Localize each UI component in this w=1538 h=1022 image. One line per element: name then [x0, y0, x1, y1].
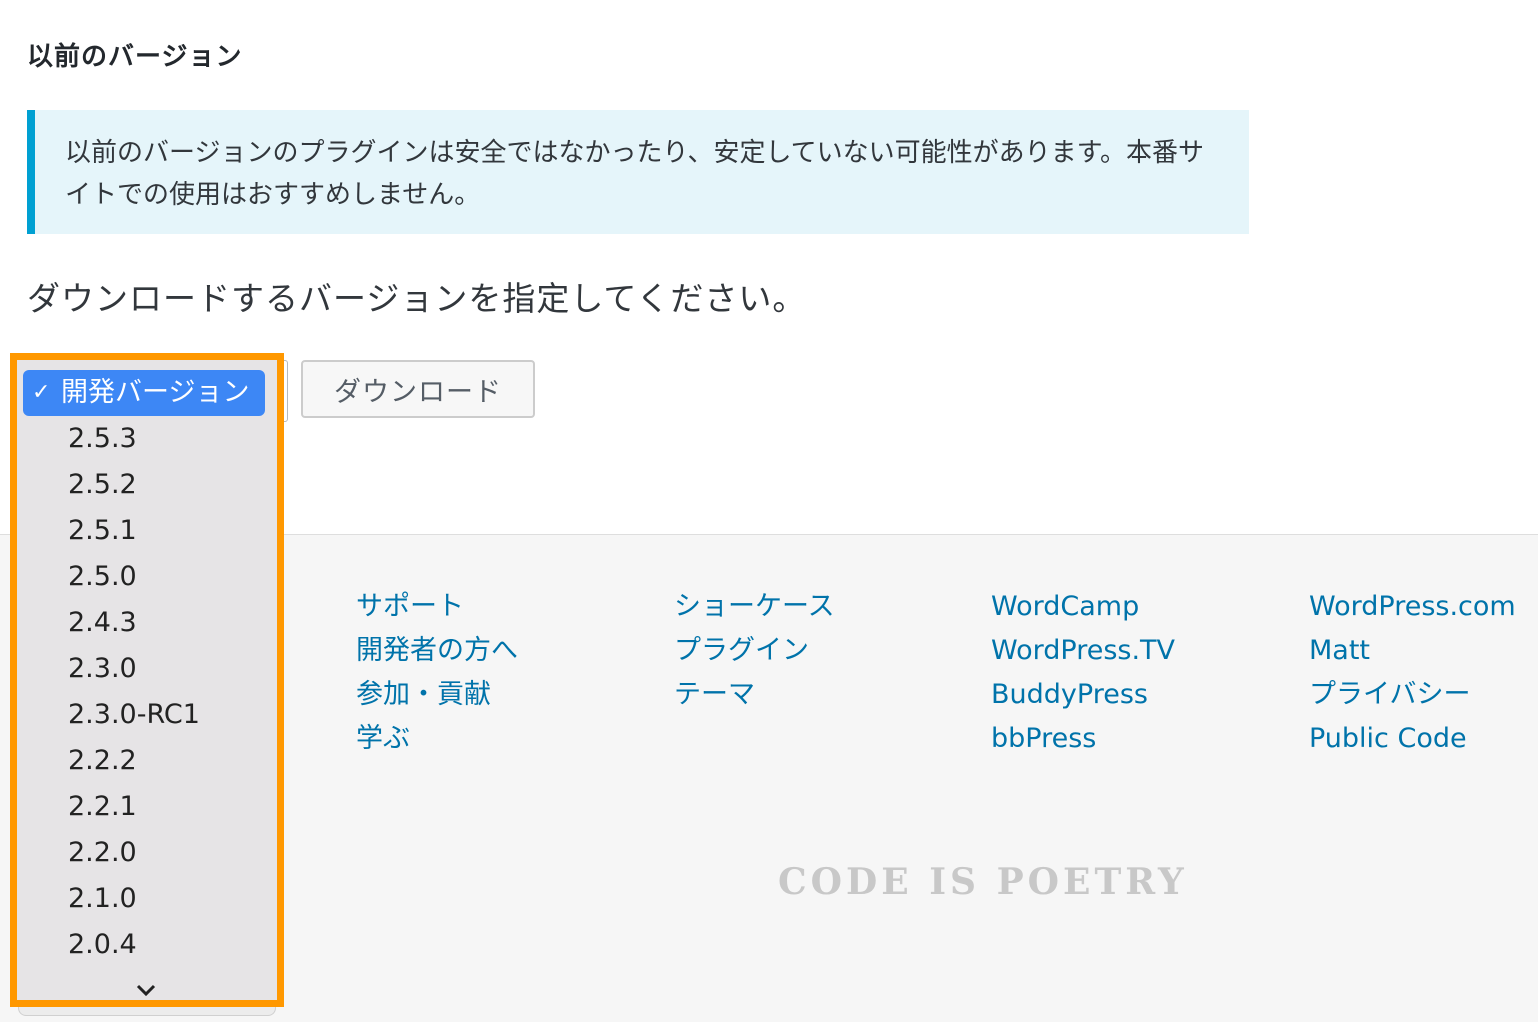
- version-option[interactable]: 2.2.2: [23, 738, 265, 784]
- section-title: 以前のバージョン: [27, 42, 243, 72]
- footer-tagline: CODE IS POETRY: [778, 861, 1188, 903]
- version-dropdown-menu: ✓ 開発バージョン 2.5.3 2.5.2 2.5.1 2.5.0 2.4.3 …: [10, 353, 284, 1007]
- footer-link-support[interactable]: サポート: [356, 591, 464, 622]
- footer-column-2: サポート 開発者の方へ 参加・貢献 学ぶ: [356, 585, 518, 761]
- version-option[interactable]: 2.2.0: [23, 830, 265, 876]
- footer-link-wordpress-tv[interactable]: WordPress.TV: [991, 635, 1175, 666]
- version-option[interactable]: 2.5.1: [23, 508, 265, 554]
- footer-link-public-code[interactable]: Public Code: [1309, 723, 1467, 754]
- footer-link-wordpress-com[interactable]: WordPress.com: [1309, 591, 1516, 622]
- footer-link-plugins[interactable]: プラグイン: [674, 635, 809, 666]
- checkmark-icon: ✓: [32, 380, 51, 405]
- warning-notice: 以前のバージョンのプラグインは安全ではなかったり、安定していない可能性があります…: [27, 110, 1249, 234]
- footer-link-wordcamp[interactable]: WordCamp: [991, 591, 1139, 622]
- version-option[interactable]: 2.1.0: [23, 876, 265, 922]
- version-option[interactable]: 2.3.0-RC1: [23, 692, 265, 738]
- version-option[interactable]: 2.2.1: [23, 784, 265, 830]
- footer-link-themes[interactable]: テーマ: [674, 679, 755, 710]
- option-label: 開発バージョン: [61, 377, 250, 408]
- footer-link-learn[interactable]: 学ぶ: [356, 723, 410, 754]
- instruction-text: ダウンロードするバージョンを指定してください。: [27, 279, 807, 318]
- version-option[interactable]: 2.5.0: [23, 554, 265, 600]
- footer-column-4: WordCamp WordPress.TV BuddyPress bbPress: [991, 585, 1175, 761]
- download-button[interactable]: ダウンロード: [301, 360, 535, 418]
- version-option[interactable]: 2.5.2: [23, 462, 265, 508]
- footer-column-5: WordPress.com Matt プライバシー Public Code: [1309, 585, 1516, 761]
- chevron-down-icon[interactable]: [135, 978, 157, 1003]
- version-option[interactable]: 2.4.3: [23, 600, 265, 646]
- footer-link-bbpress[interactable]: bbPress: [991, 723, 1096, 754]
- footer-link-get-involved[interactable]: 参加・貢献: [356, 679, 491, 710]
- version-option[interactable]: 2.5.3: [23, 416, 265, 462]
- footer-link-developers[interactable]: 開発者の方へ: [356, 635, 518, 666]
- footer-link-privacy[interactable]: プライバシー: [1309, 679, 1470, 710]
- footer-column-3: ショーケース プラグイン テーマ: [674, 585, 835, 717]
- footer-link-matt[interactable]: Matt: [1309, 635, 1370, 666]
- notice-text: 以前のバージョンのプラグインは安全ではなかったり、安定していない可能性があります…: [65, 138, 1205, 210]
- footer-link-showcase[interactable]: ショーケース: [674, 591, 835, 622]
- version-option[interactable]: 2.3.0: [23, 646, 265, 692]
- version-option[interactable]: 2.0.4: [23, 922, 265, 968]
- footer-link-buddypress[interactable]: BuddyPress: [991, 679, 1148, 710]
- version-option-selected[interactable]: ✓ 開発バージョン: [23, 370, 265, 416]
